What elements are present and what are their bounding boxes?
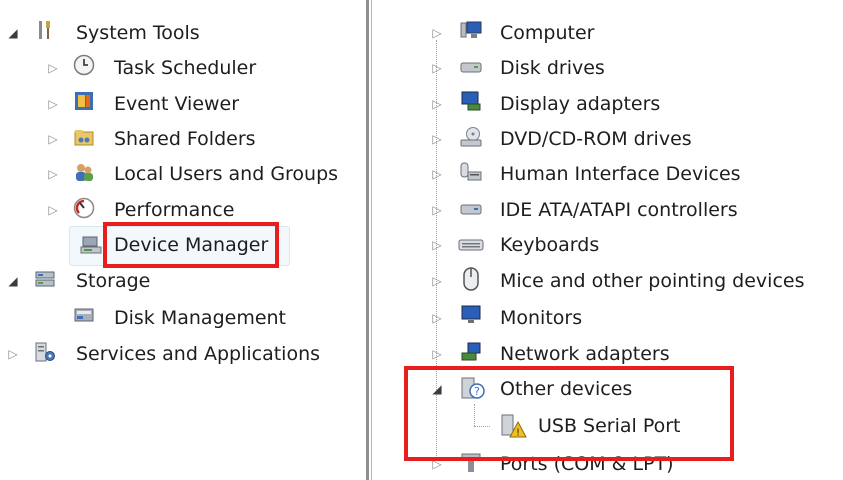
tree-connector: [474, 404, 475, 426]
tree-item-storage[interactable]: Storage: [76, 265, 150, 297]
expand-arrow-icon[interactable]: ▷: [46, 88, 60, 120]
tree-item-system-tools[interactable]: System Tools: [76, 17, 200, 49]
network-adapter-icon: [461, 342, 481, 361]
expand-arrow-icon[interactable]: ▷: [46, 123, 60, 155]
tree-item-local-users[interactable]: Local Users and Groups: [114, 158, 338, 190]
device-category-mice[interactable]: Mice and other pointing devices: [500, 265, 804, 297]
mouse-icon: [463, 267, 479, 291]
expand-arrow-icon[interactable]: ▷: [46, 158, 60, 190]
expand-arrow-icon[interactable]: ▷: [430, 123, 444, 155]
users-icon: [76, 164, 93, 181]
display-adapter-icon: [461, 91, 481, 111]
tree-item-label: Task Scheduler: [114, 57, 257, 79]
tree-item-device-manager[interactable]: Device Manager: [114, 229, 268, 261]
clock-icon: [73, 54, 95, 76]
expand-arrow-icon[interactable]: ▷: [430, 158, 444, 190]
expand-arrow-icon[interactable]: ▷: [430, 88, 444, 120]
tree-item-shared-folders[interactable]: Shared Folders: [114, 123, 256, 155]
performance-icon: [73, 197, 95, 219]
device-category-display-adapters[interactable]: Display adapters: [500, 88, 660, 120]
collapse-arrow-icon[interactable]: ◢: [6, 17, 20, 49]
collapse-arrow-icon[interactable]: ◢: [6, 265, 20, 297]
ide-controller-icon: [460, 204, 482, 215]
svg-text:!: !: [516, 428, 520, 439]
tree-item-label: Event Viewer: [114, 93, 240, 115]
pane-splitter-edge: [371, 0, 372, 480]
tree-item-event-viewer[interactable]: Event Viewer: [114, 88, 239, 120]
tree-item-label: Other devices: [500, 378, 633, 400]
tree-item-task-scheduler[interactable]: Task Scheduler: [114, 52, 256, 84]
storage-icon: [35, 271, 55, 287]
tree-item-label: Display adapters: [500, 93, 661, 115]
device-category-disk-drives[interactable]: Disk drives: [500, 52, 605, 84]
tree-connector: [474, 426, 490, 427]
collapse-arrow-icon[interactable]: ◢: [430, 373, 444, 405]
tree-item-label: Disk Management: [114, 307, 287, 329]
tree-item-label: Services and Applications: [76, 343, 321, 365]
tree-item-label: Disk drives: [500, 57, 605, 79]
tree-item-label: Human Interface Devices: [500, 163, 741, 185]
tree-item-label: Device Manager: [114, 234, 269, 256]
tree-item-label: Local Users and Groups: [114, 163, 339, 185]
device-usb-serial-port[interactable]: USB Serial Port: [538, 410, 681, 442]
device-category-hid[interactable]: Human Interface Devices: [500, 158, 741, 190]
expand-arrow-icon[interactable]: ▷: [430, 302, 444, 334]
tree-item-label: DVD/CD-ROM drives: [500, 128, 692, 150]
expand-arrow-icon[interactable]: ▷: [430, 338, 444, 370]
device-category-dvd-drives[interactable]: DVD/CD-ROM drives: [500, 123, 692, 155]
svg-text:?: ?: [474, 385, 480, 398]
tree-item-performance[interactable]: Performance: [114, 194, 234, 226]
shared-folder-icon: [74, 130, 94, 146]
device-category-ide[interactable]: IDE ATA/ATAPI controllers: [500, 194, 738, 226]
device-category-ports[interactable]: Ports (COM & LPT): [500, 448, 674, 480]
tree-item-label: USB Serial Port: [538, 415, 681, 437]
device-category-network[interactable]: Network adapters: [500, 338, 670, 370]
port-icon: [461, 453, 481, 472]
dvd-drive-icon: [460, 127, 482, 147]
tree-item-label: Performance: [114, 199, 235, 221]
tree-item-label: Shared Folders: [114, 128, 256, 150]
tree-item-label: Mice and other pointing devices: [500, 270, 805, 292]
expand-arrow-icon[interactable]: ▷: [430, 265, 444, 297]
tree-item-services[interactable]: Services and Applications: [76, 338, 320, 370]
tree-item-label: System Tools: [76, 22, 200, 44]
device-category-computer[interactable]: Computer: [500, 17, 594, 49]
tree-item-label: Storage: [76, 270, 151, 292]
expand-arrow-icon[interactable]: ▷: [46, 52, 60, 84]
expand-arrow-icon[interactable]: ▷: [430, 17, 444, 49]
event-viewer-icon: [75, 92, 93, 110]
disk-drive-icon: [460, 62, 482, 73]
services-icon: [35, 342, 55, 362]
expand-arrow-icon[interactable]: ▷: [430, 448, 444, 480]
warning-device-icon: !: [501, 414, 527, 439]
unknown-device-icon: ?: [461, 377, 485, 399]
tree-item-label: Monitors: [500, 307, 583, 329]
keyboard-icon: [458, 239, 484, 251]
tree-item-label: Computer: [500, 22, 595, 44]
expand-arrow-icon[interactable]: ▷: [46, 194, 60, 226]
tree-item-label: IDE ATA/ATAPI controllers: [500, 199, 738, 221]
tree-item-disk-management[interactable]: Disk Management: [114, 302, 286, 334]
hid-icon: [460, 162, 482, 181]
pane-splitter[interactable]: [366, 0, 369, 480]
expand-arrow-icon[interactable]: ▷: [430, 194, 444, 226]
disk-management-icon: [74, 308, 94, 322]
tree-item-label: Keyboards: [500, 234, 600, 256]
computer-icon: [460, 21, 482, 38]
expand-arrow-icon[interactable]: ▷: [430, 229, 444, 261]
tree-item-label: Network adapters: [500, 343, 670, 365]
monitor-icon: [461, 305, 481, 323]
device-category-keyboards[interactable]: Keyboards: [500, 229, 599, 261]
device-category-monitors[interactable]: Monitors: [500, 302, 582, 334]
expand-arrow-icon[interactable]: ▷: [6, 338, 20, 370]
device-category-other[interactable]: Other devices: [500, 373, 632, 405]
tree-item-label: Ports (COM & LPT): [500, 453, 674, 475]
tools-icon: [39, 21, 50, 39]
device-manager-icon: [80, 236, 102, 254]
expand-arrow-icon[interactable]: ▷: [430, 52, 444, 84]
